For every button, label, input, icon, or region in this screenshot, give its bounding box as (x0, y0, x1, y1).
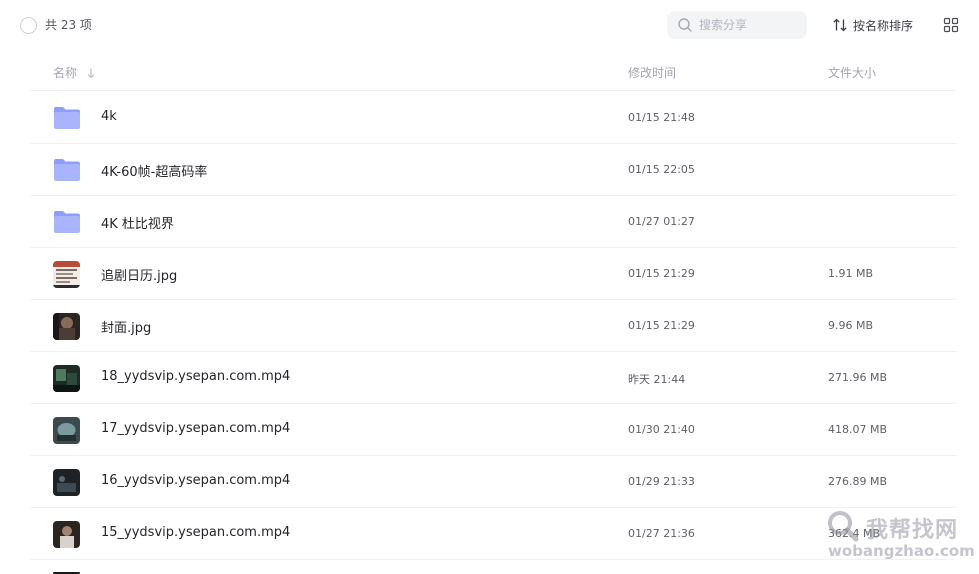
search-box[interactable] (667, 11, 807, 39)
file-time: 01/27 01:27 (628, 215, 695, 228)
sort-icon (833, 18, 847, 32)
image-thumbnail (53, 313, 80, 340)
search-input[interactable] (699, 11, 799, 39)
file-time: 01/27 21:36 (628, 527, 695, 540)
list-item[interactable]: 15_yydsvip.ysepan.com.mp4 01/27 21:36 36… (30, 508, 956, 560)
sort-label: 按名称排序 (853, 18, 914, 33)
file-time: 昨天 21:44 (628, 373, 686, 386)
watermark-text: 我帮找网 (866, 518, 959, 543)
file-name: 追剧日历.jpg (101, 269, 178, 284)
list-item[interactable]: 4K 杜比视界 01/27 01:27 (30, 196, 956, 248)
list-item[interactable] (30, 560, 956, 574)
file-name: 16_yydsvip.ysepan.com.mp4 (101, 473, 291, 488)
file-time: 01/15 21:29 (628, 319, 695, 332)
file-time: 01/15 21:29 (628, 267, 695, 280)
video-thumbnail (53, 521, 80, 548)
list-item[interactable]: 封面.jpg 01/15 21:29 9.96 MB (30, 300, 956, 352)
toolbar: 共 23 项 按名称排序 (0, 0, 979, 50)
list-item[interactable]: 17_yydsvip.ysepan.com.mp4 01/30 21:40 41… (30, 404, 956, 456)
file-size: 9.96 MB (828, 319, 874, 332)
file-size: 1.91 MB (828, 267, 874, 280)
list-item[interactable]: 4K-60帧-超高码率 01/15 22:05 (30, 144, 956, 196)
header-name[interactable]: 名称 (53, 64, 97, 81)
file-time: 01/29 21:33 (628, 475, 695, 488)
file-size: 271.96 MB (828, 371, 888, 384)
arrow-down-icon (87, 68, 95, 78)
list-item[interactable]: 4k 01/15 21:48 (30, 92, 956, 144)
watermark: 我帮找网 wobangzhao.com (820, 506, 979, 572)
watermark-url: wobangzhao.com (828, 542, 975, 560)
folder-icon (54, 107, 80, 129)
list-header: 名称 修改时间 文件大小 (30, 51, 956, 91)
header-modified-time[interactable]: 修改时间 (628, 64, 676, 81)
image-thumbnail (53, 261, 80, 288)
file-time: 01/15 21:48 (628, 111, 695, 124)
item-count: 共 23 项 (45, 18, 92, 32)
select-all-checkbox[interactable] (20, 17, 37, 34)
sort-button[interactable]: 按名称排序 (832, 16, 913, 34)
video-thumbnail (53, 417, 80, 444)
search-icon (678, 18, 692, 32)
header-name-label: 名称 (53, 66, 78, 80)
file-name: 18_yydsvip.ysepan.com.mp4 (101, 369, 291, 384)
folder-icon (54, 159, 80, 181)
file-name: 4K 杜比视界 (101, 217, 174, 232)
list-item[interactable]: 追剧日历.jpg 01/15 21:29 1.91 MB (30, 248, 956, 300)
file-size: 276.89 MB (828, 475, 888, 488)
file-size: 418.07 MB (828, 423, 888, 436)
folder-icon (54, 211, 80, 233)
file-time: 01/30 21:40 (628, 423, 695, 436)
file-name: 4k (101, 109, 117, 124)
grid-view-icon[interactable] (943, 17, 959, 33)
file-name: 封面.jpg (101, 321, 152, 336)
list-item[interactable]: 18_yydsvip.ysepan.com.mp4 昨天 21:44 271.9… (30, 352, 956, 404)
file-time: 01/15 22:05 (628, 163, 695, 176)
video-thumbnail (53, 469, 80, 496)
video-thumbnail (53, 365, 80, 392)
header-file-size[interactable]: 文件大小 (828, 64, 876, 81)
magnifier-logo-icon (828, 511, 859, 542)
list-item[interactable]: 16_yydsvip.ysepan.com.mp4 01/29 21:33 27… (30, 456, 956, 508)
file-name: 4K-60帧-超高码率 (101, 165, 208, 180)
file-name: 17_yydsvip.ysepan.com.mp4 (101, 421, 291, 436)
file-name: 15_yydsvip.ysepan.com.mp4 (101, 525, 291, 540)
